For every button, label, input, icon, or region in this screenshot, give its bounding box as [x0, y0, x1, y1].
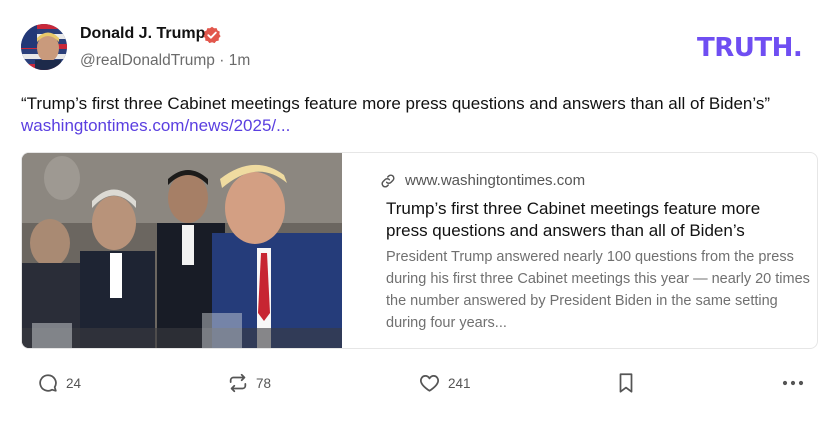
post-link[interactable]: washingtontimes.com/news/2025/...: [21, 116, 290, 135]
retruth-count: 78: [256, 375, 272, 391]
post-time[interactable]: 1m: [229, 52, 251, 69]
avatar[interactable]: [21, 24, 67, 70]
meta-separator: ·: [219, 52, 225, 69]
logo-text: TRUTH: [697, 33, 793, 63]
logo-dot: .: [792, 33, 803, 63]
card-domain: www.washingtontimes.com: [405, 172, 586, 189]
like-count: 241: [448, 375, 471, 391]
reply-button[interactable]: 24: [37, 372, 81, 394]
avatar-image: [21, 24, 67, 70]
bookmark-icon: [619, 373, 633, 393]
verified-badge-icon: [203, 26, 221, 44]
author-meta: @realDonaldTrump · 1m: [80, 52, 250, 70]
like-button[interactable]: 241: [418, 372, 471, 394]
retruth-button[interactable]: 78: [227, 372, 271, 394]
bookmark-button[interactable]: [616, 372, 636, 394]
more-icon: [782, 380, 804, 386]
card-description: President Trump answered nearly 100 ques…: [386, 249, 810, 331]
link-icon: [381, 173, 395, 188]
retruth-icon: [229, 373, 247, 393]
author-handle[interactable]: @realDonaldTrump: [80, 52, 215, 69]
author-name[interactable]: Donald J. Trump: [80, 25, 205, 43]
card-body: www.washingtontimes.com Trump’s first th…: [362, 153, 817, 348]
post-body: “Trump’s first three Cabinet meetings fe…: [21, 94, 770, 113]
heart-icon: [420, 374, 439, 392]
post-text: “Trump’s first three Cabinet meetings fe…: [21, 93, 811, 137]
link-preview-card[interactable]: www.washingtontimes.com Trump’s first th…: [21, 152, 818, 349]
card-domain-row: www.washingtontimes.com: [380, 172, 585, 189]
more-options-button[interactable]: [781, 372, 805, 394]
reply-icon: [39, 374, 57, 392]
truth-logo[interactable]: TRUTH.: [697, 33, 803, 63]
card-title: Trump’s first three Cabinet meetings fea…: [386, 199, 761, 240]
article-photo: [22, 153, 342, 348]
action-bar: 24 78 241: [0, 368, 840, 402]
reply-count: 24: [66, 375, 82, 391]
